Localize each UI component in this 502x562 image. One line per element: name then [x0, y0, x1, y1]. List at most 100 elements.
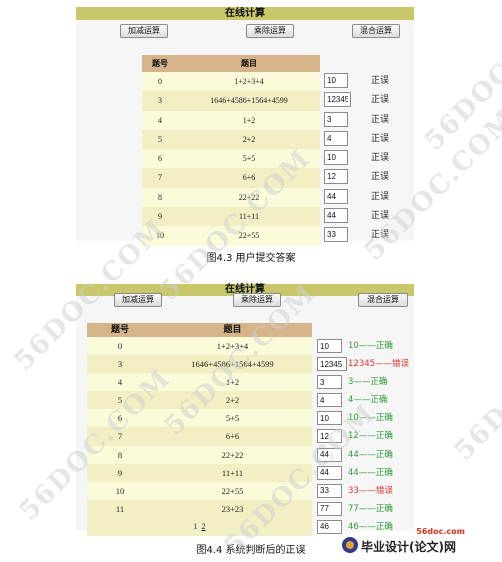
question-number: 11 — [115, 503, 125, 514]
question-number: 6 — [117, 413, 123, 424]
col-header-number: 题号 — [152, 59, 168, 68]
table-row: 11 23+23 — [87, 499, 312, 518]
table-body: 0 1+2+3+4 3 1646+4586+1564+4599 4 1+2 5 2+2 … — [142, 72, 320, 246]
question-text: 11+11 — [221, 467, 244, 478]
judge-label: 正误 — [371, 172, 390, 183]
question-number: 0 — [117, 341, 123, 351]
page-number-current: 1 — [193, 521, 198, 531]
answer-input[interactable] — [317, 393, 342, 408]
panel-title: 在线计算 — [76, 7, 414, 20]
table-row: 5 2+2 — [142, 129, 320, 150]
answer-input[interactable] — [324, 111, 348, 127]
judge-result-column: 10——正确 12345——错误 3——正确 4——正确 10——正确 12——… — [348, 339, 409, 538]
answer-input[interactable] — [317, 483, 342, 498]
table-row: 10 22+55 — [142, 226, 320, 246]
question-number: 7 — [158, 173, 162, 183]
question-text: 6+6 — [242, 173, 256, 183]
question-number: 10 — [156, 231, 164, 241]
question-text: 22+55 — [221, 485, 244, 496]
judge-result: 4——正确 — [348, 395, 388, 406]
answer-input[interactable] — [324, 150, 348, 166]
question-text: 1+2+3+4 — [234, 77, 264, 86]
question-text: 6+6 — [225, 431, 240, 442]
table-row: 5 2+2 — [87, 391, 312, 410]
logo-text: 毕业设计(论文)网 — [361, 540, 456, 554]
question-number: 8 — [158, 192, 162, 202]
judge-result: 12——正确 — [348, 431, 393, 442]
answer-input[interactable] — [324, 92, 351, 108]
question-text: 5+5 — [242, 154, 256, 164]
table-row: 9 11+11 — [142, 207, 320, 227]
answer-input[interactable] — [317, 339, 342, 353]
answer-input[interactable] — [317, 429, 342, 444]
answer-input[interactable] — [324, 208, 348, 224]
table-row: 10 22+55 — [87, 481, 312, 500]
answer-input[interactable] — [317, 519, 342, 534]
table-row: 9 11+11 — [87, 463, 312, 482]
judge-label: 正误 — [371, 114, 390, 125]
answer-input-column — [317, 339, 347, 538]
question-number: 5 — [117, 395, 123, 406]
question-table: 题号 题目 0 1+2+3+4 3 1646+4586+1564+4599 4 1+2… — [142, 55, 320, 246]
watermark: 56DOC.COM — [418, 0, 502, 157]
answer-input[interactable] — [324, 73, 348, 88]
table-header: 题号 题目 — [87, 323, 312, 337]
mixed-ops-button[interactable]: 混合运算 — [358, 293, 408, 307]
judge-label: 正误 — [371, 95, 390, 106]
watermark: 56DOC.COM — [448, 303, 502, 467]
judge-result: 10——正确 — [348, 413, 393, 424]
table-row: 7 6+6 — [87, 427, 312, 446]
figure-caption: 图4.3 用户提交答案 — [206, 253, 296, 264]
judge-result: 10——正确 — [348, 341, 393, 351]
judge-result: 44——正确 — [348, 449, 393, 460]
question-number: 4 — [158, 115, 162, 125]
question-text: 11+11 — [239, 212, 259, 222]
answer-input[interactable] — [317, 375, 342, 390]
table-row: 3 1646+4586+1564+4599 — [87, 355, 312, 374]
answer-input[interactable] — [324, 130, 348, 146]
mixed-ops-button[interactable]: 混合运算 — [352, 24, 400, 38]
add-sub-button[interactable]: 加减运算 — [120, 24, 168, 38]
page-link[interactable]: 2 — [202, 522, 206, 531]
col-header-question: 题目 — [241, 59, 257, 68]
globe-icon — [342, 537, 358, 553]
col-header-question: 题目 — [223, 325, 242, 335]
judge-result: 12345——错误 — [348, 359, 410, 370]
answer-input[interactable] — [317, 465, 342, 480]
answer-input[interactable] — [324, 227, 348, 243]
question-table: 题号 题目 0 1+2+3+4 3 1646+4586+1564+4599 4 1+2… — [87, 323, 312, 536]
question-text: 5+5 — [225, 413, 240, 424]
judge-label: 正误 — [371, 230, 390, 241]
table-body: 0 1+2+3+4 3 1646+4586+1564+4599 4 1+2 5 2+2 … — [87, 337, 312, 518]
question-text: 1+2 — [242, 115, 256, 125]
answer-input[interactable] — [317, 411, 342, 426]
mul-div-button[interactable]: 乘除运算 — [246, 24, 294, 38]
question-number: 3 — [158, 96, 162, 106]
table-row: 8 22+22 — [142, 187, 320, 208]
table-row: 0 1+2+3+4 — [142, 72, 320, 92]
table-row: 7 6+6 — [142, 168, 320, 188]
judge-result: 77——正确 — [348, 503, 393, 514]
question-text: 23+23 — [221, 503, 244, 514]
table-header: 题号 题目 — [142, 55, 320, 72]
question-text: 1646+4586+1564+4599 — [191, 359, 274, 370]
answer-input-column — [324, 73, 351, 247]
question-number: 10 — [115, 485, 125, 496]
question-number: 3 — [117, 359, 123, 370]
question-number: 8 — [117, 449, 123, 460]
answer-input[interactable] — [317, 357, 347, 372]
question-text: 22+22 — [221, 449, 244, 460]
answer-input[interactable] — [317, 501, 342, 516]
table-row: 8 22+22 — [87, 445, 312, 464]
add-sub-button[interactable]: 加减运算 — [114, 293, 162, 307]
judge-label: 正误 — [371, 153, 390, 164]
judge-label: 正误 — [371, 76, 390, 86]
answer-input[interactable] — [324, 169, 348, 185]
mul-div-button[interactable]: 乘除运算 — [233, 293, 281, 307]
table-row: 6 5+5 — [87, 409, 312, 428]
question-number: 4 — [117, 377, 123, 388]
table-row: 3 1646+4586+1564+4599 — [142, 91, 320, 111]
answer-input[interactable] — [324, 188, 348, 204]
answer-input[interactable] — [317, 447, 342, 462]
question-number: 5 — [158, 134, 162, 144]
